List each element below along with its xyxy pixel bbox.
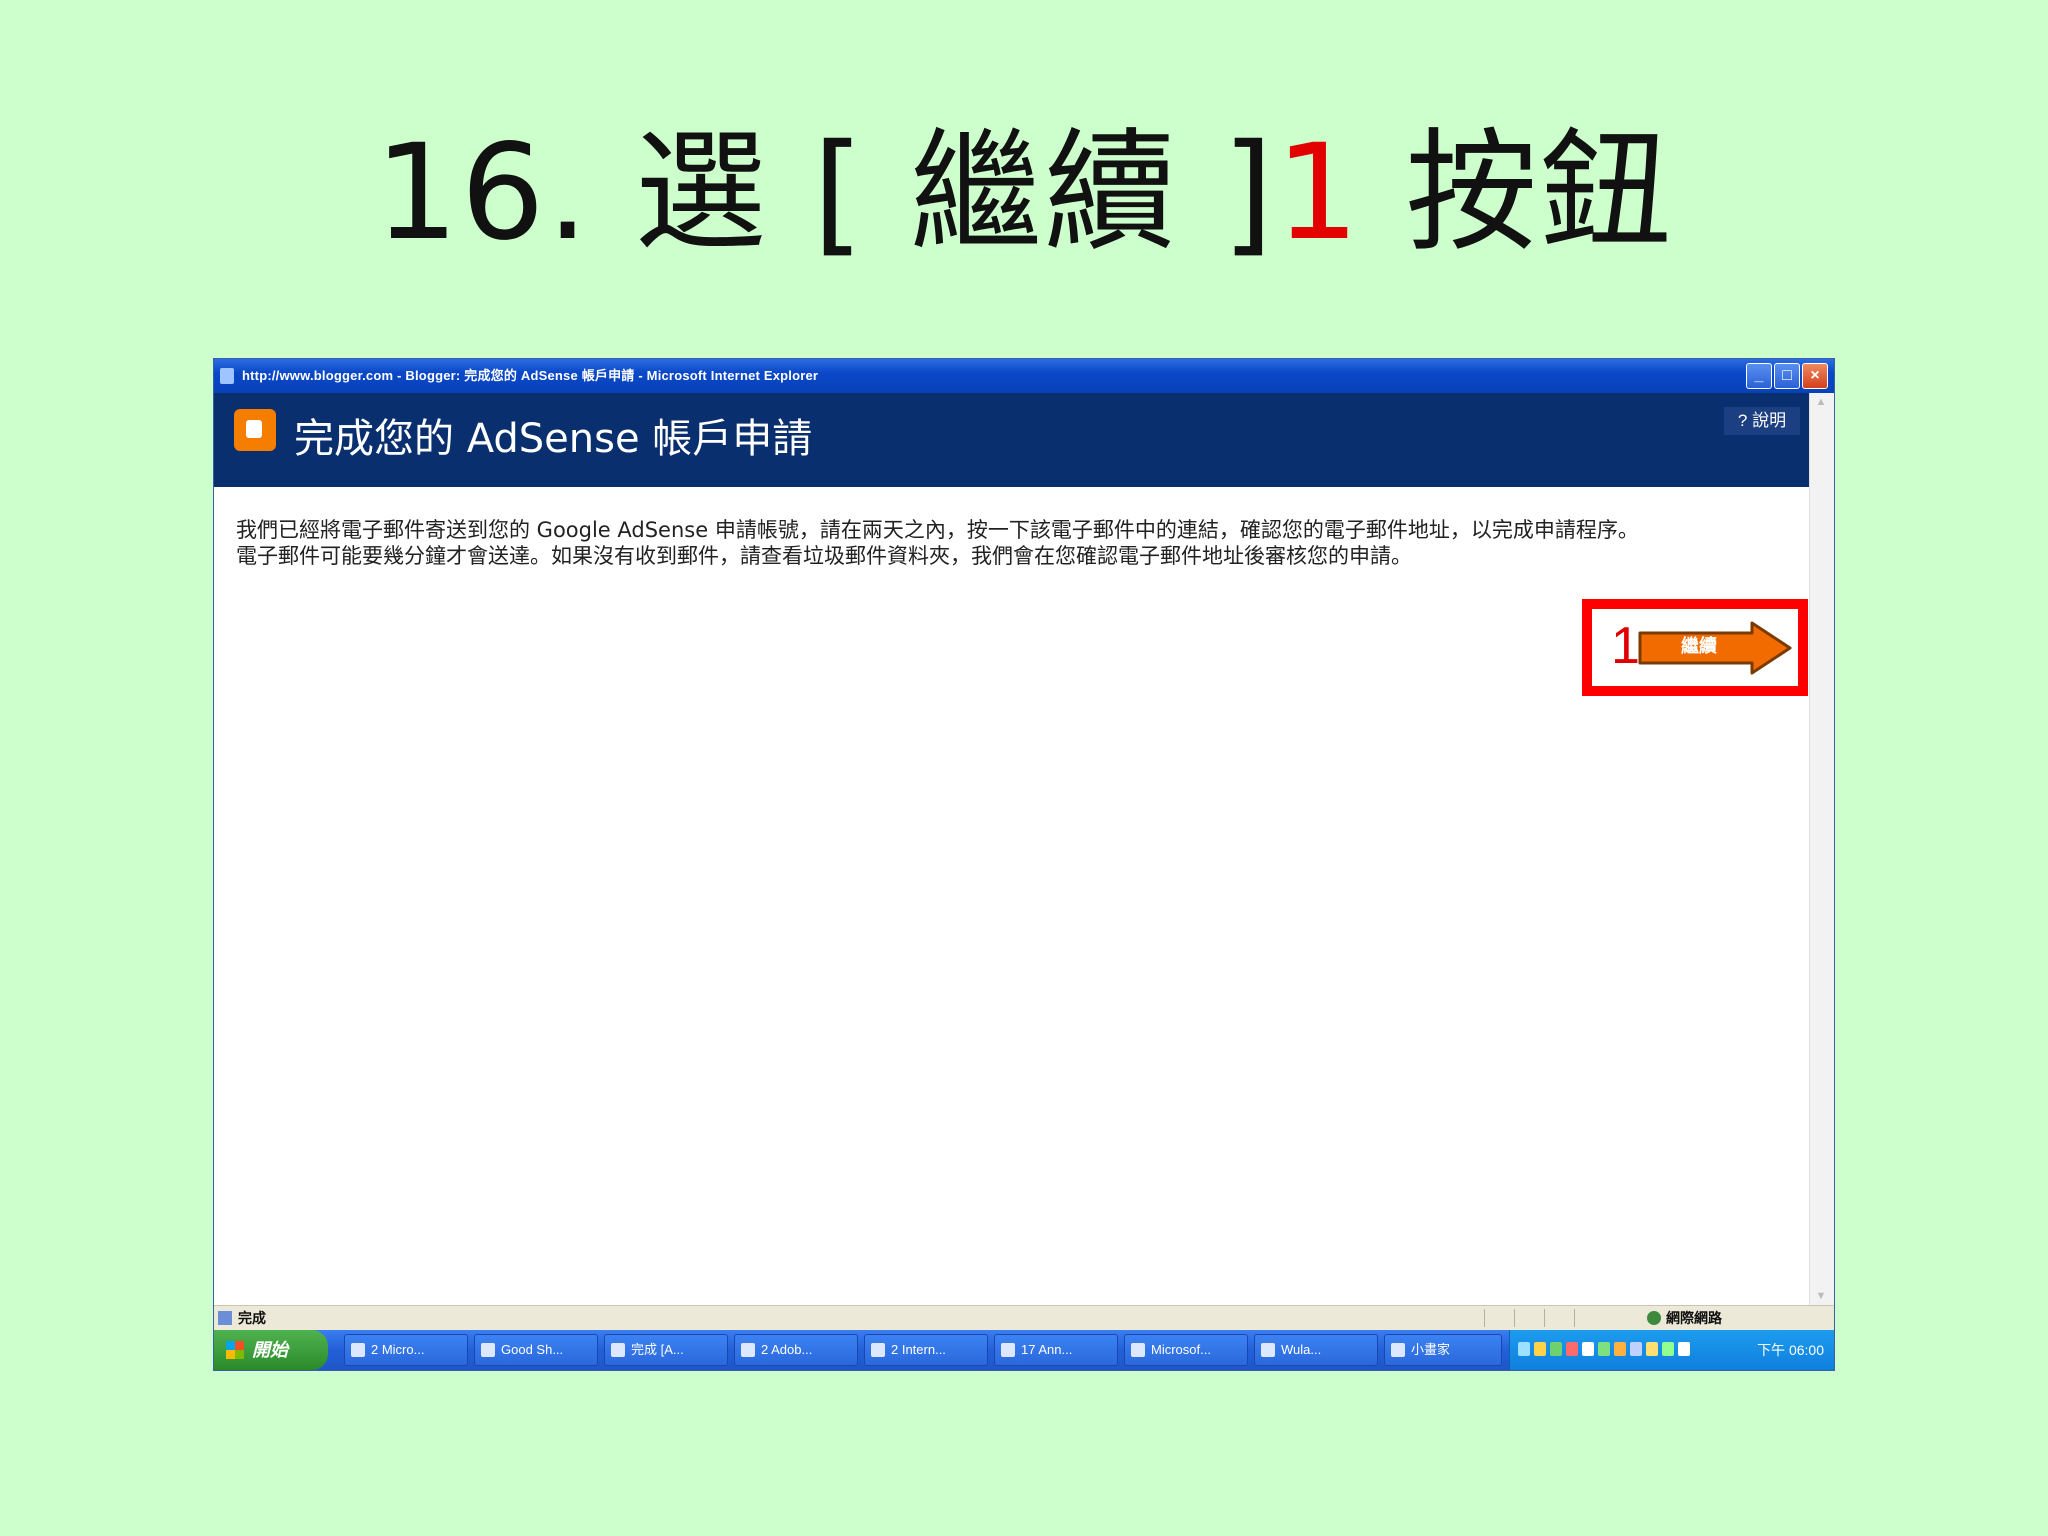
window-titlebar[interactable]: http://www.blogger.com - Blogger: 完成您的 A… bbox=[214, 359, 1834, 393]
page-done-icon bbox=[218, 1311, 232, 1325]
taskbar-item[interactable]: Wula... bbox=[1254, 1334, 1378, 1366]
folder-icon bbox=[351, 1343, 365, 1357]
browser-icon bbox=[871, 1343, 885, 1357]
continue-button[interactable]: 繼續 bbox=[1634, 621, 1794, 675]
app-icon bbox=[1261, 1343, 1275, 1357]
status-bar: 完成 網際網路 bbox=[214, 1305, 1834, 1330]
taskbar-item[interactable]: 2 Intern... bbox=[864, 1334, 988, 1366]
ie-icon bbox=[220, 368, 234, 384]
continue-label: 繼續 bbox=[1681, 636, 1717, 656]
start-label: 開始 bbox=[252, 1340, 288, 1360]
page-title: 完成您的 AdSense 帳戶申請 bbox=[294, 416, 813, 462]
page-header: 完成您的 AdSense 帳戶申請 ? 說明 bbox=[214, 393, 1810, 487]
browser-icon bbox=[611, 1343, 625, 1357]
instruction-line-1: 我們已經將電子郵件寄送到您的 Google AdSense 申請帳號，請在兩天之… bbox=[236, 518, 1639, 542]
help-link[interactable]: ? 說明 bbox=[1724, 407, 1800, 435]
slide-title: 16. 選 [ 繼續 ]1 按鈕 bbox=[0, 118, 2048, 268]
app-icon bbox=[1001, 1343, 1015, 1357]
instruction-text: 我們已經將電子郵件寄送到您的 Google AdSense 申請帳號，請在兩天之… bbox=[236, 517, 1806, 569]
windows-logo-icon bbox=[226, 1341, 244, 1359]
scroll-up-icon[interactable]: ▲ bbox=[1813, 395, 1829, 409]
taskbar-item[interactable]: 小畫家 bbox=[1384, 1334, 1502, 1366]
taskbar-item[interactable]: 17 Ann... bbox=[994, 1334, 1118, 1366]
paint-icon bbox=[1391, 1343, 1405, 1357]
scroll-down-icon[interactable]: ▼ bbox=[1813, 1289, 1829, 1303]
instruction-line-2: 電子郵件可能要幾分鐘才會送達。如果沒有收到郵件，請查看垃圾郵件資料夾，我們會在您… bbox=[236, 544, 1412, 568]
minimize-button[interactable]: _ bbox=[1746, 363, 1772, 389]
close-button[interactable]: × bbox=[1802, 363, 1828, 389]
internet-zone-icon bbox=[1647, 1311, 1661, 1325]
taskbar-item[interactable]: 2 Adob... bbox=[734, 1334, 858, 1366]
blogger-logo-icon bbox=[234, 409, 276, 451]
maximize-button[interactable]: □ bbox=[1774, 363, 1800, 389]
taskbar-item[interactable]: Microsof... bbox=[1124, 1334, 1248, 1366]
status-text: 完成 bbox=[238, 1310, 266, 1326]
taskbar-item[interactable]: Good Sh... bbox=[474, 1334, 598, 1366]
tray-icons bbox=[1518, 1342, 1690, 1356]
app-icon bbox=[1131, 1343, 1145, 1357]
slide-title-accent: 1 bbox=[1275, 116, 1362, 270]
window-title: http://www.blogger.com - Blogger: 完成您的 A… bbox=[242, 368, 819, 383]
app-icon bbox=[741, 1343, 755, 1357]
taskbar-item[interactable]: 完成 [A... bbox=[604, 1334, 728, 1366]
slide-title-main: 16. 選 [ 繼續 ] bbox=[374, 116, 1276, 270]
app-icon bbox=[481, 1343, 495, 1357]
browser-window: http://www.blogger.com - Blogger: 完成您的 A… bbox=[213, 358, 1835, 1371]
start-button[interactable]: 開始 bbox=[214, 1330, 328, 1370]
zone-text: 網際網路 bbox=[1666, 1310, 1722, 1326]
system-tray: 下午 06:00 bbox=[1509, 1330, 1834, 1370]
taskbar: 開始 2 Micro... Good Sh... 完成 [A... 2 Adob… bbox=[214, 1330, 1834, 1370]
slide-title-end: 按鈕 bbox=[1361, 116, 1674, 270]
vertical-scrollbar[interactable]: ▲ ▼ bbox=[1809, 393, 1834, 1305]
clock: 下午 06:00 bbox=[1757, 1342, 1824, 1358]
taskbar-item[interactable]: 2 Micro... bbox=[344, 1334, 468, 1366]
